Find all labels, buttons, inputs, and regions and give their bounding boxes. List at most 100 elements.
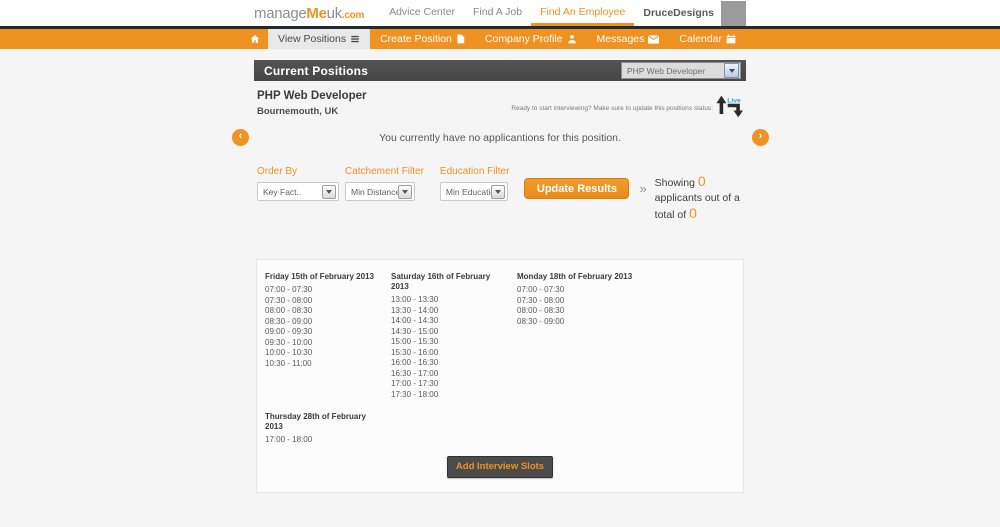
logo-text-tld: .com [342,10,364,21]
time-slot: 17:00 - 17:30 [391,379,517,390]
total-count: 0 [689,205,697,221]
chevron-down-icon [724,63,739,78]
day-header: Monday 18th of February 2013 [517,272,633,282]
order-by-select-value: Key Fact.. [258,187,322,197]
position-select[interactable]: PHP Web Developer [621,62,741,79]
filters-row: Order By Key Fact.. Catchement Filter Mi… [254,166,746,223]
top-header: manageMeuk.com Advice Center Find A Job … [0,0,1000,26]
education-filter-select-value: Min Education.. [441,187,491,197]
logo-text-me: Me [306,5,326,22]
interview-day: Monday 18th of February 2013 07:00 - 07:… [517,272,643,400]
subnav-bar: View Positions Create Position Company P… [0,29,1000,49]
time-slot: 07:30 - 08:00 [265,296,391,307]
education-filter-select[interactable]: Min Education.. [440,182,508,201]
username[interactable]: DruceDesigns [643,7,714,19]
showing-label: Showing [655,177,695,189]
home-icon [250,34,260,44]
position-location: Bournemouth, UK [257,106,367,117]
results-summary-middle: applicants out of a total of [655,192,740,221]
chevron-down-icon [491,185,505,199]
list-icon [350,34,360,44]
subnav-home[interactable] [242,29,268,49]
time-slot: 17:00 - 18:00 [265,435,391,446]
subnav-company-profile[interactable]: Company Profile [475,29,587,49]
nav-find-a-job[interactable]: Find A Job [464,0,531,26]
interview-day: Saturday 16th of February 2013 13:00 - 1… [391,272,517,400]
subnav-calendar-label: Calendar [679,33,722,45]
shown-count: 0 [698,173,706,189]
time-slot: 07:30 - 08:00 [517,296,643,307]
double-chevron-icon: » [639,181,646,196]
time-slot: 17:30 - 18:00 [391,390,517,401]
time-slot: 08:00 - 08:30 [517,306,643,317]
time-slot: 08:30 - 09:00 [265,317,391,328]
next-arrow-button[interactable]: › [752,129,769,146]
main-content: Current Positions PHP Web Developer PHP … [254,60,746,493]
current-positions-bar: Current Positions PHP Web Developer [254,60,746,81]
catchment-filter-label: Catchement Filter [345,166,424,177]
catchment-filter-select[interactable]: Min Distance.. [345,182,415,201]
user-area: DruceDesigns [643,1,746,26]
svg-text:Live: Live [727,97,741,104]
status-area: Ready to start interviewing? Make sure t… [511,93,743,123]
time-slot: 10:30 - 11:00 [265,359,391,370]
day-header: Friday 15th of February 2013 [265,272,381,282]
subnav-calendar[interactable]: Calendar [669,29,746,49]
chevron-down-icon [322,185,336,199]
order-by-label: Order By [257,166,339,177]
interview-days-grid: Friday 15th of February 2013 07:00 - 07:… [265,272,735,446]
nav-advice-center[interactable]: Advice Center [380,0,464,26]
avatar[interactable] [721,1,746,26]
previous-arrow-button[interactable]: ‹ [232,129,249,146]
live-status-icon[interactable]: Live [716,93,743,123]
order-by-group: Order By Key Fact.. [257,166,339,201]
time-slot: 15:30 - 16:00 [391,348,517,359]
person-icon [567,34,577,44]
time-slot: 13:00 - 13:30 [391,295,517,306]
top-nav: Advice Center Find A Job Find An Employe… [380,0,634,26]
applicant-carousel: ‹ You currently have no applicantions fo… [254,129,746,147]
day-slots: 07:00 - 07:3007:30 - 08:0008:00 - 08:300… [265,285,391,369]
logo-text-prefix: manage [254,5,306,22]
subnav-view-positions[interactable]: View Positions [268,29,370,49]
day-header: Saturday 16th of February 2013 [391,272,507,292]
envelope-icon [648,35,659,44]
day-slots: 17:00 - 18:00 [265,435,391,446]
time-slot: 14:30 - 15:00 [391,327,517,338]
interview-slots-panel: Friday 15th of February 2013 07:00 - 07:… [256,259,744,493]
file-icon [456,34,465,44]
position-header: PHP Web Developer Bournemouth, UK Ready … [254,90,746,123]
time-slot: 14:00 - 14:30 [391,316,517,327]
update-results-button[interactable]: Update Results [524,178,629,199]
time-slot: 08:30 - 09:00 [517,317,643,328]
time-slot: 13:30 - 14:00 [391,306,517,317]
time-slot: 08:00 - 08:30 [265,306,391,317]
subnav-messages[interactable]: Messages [587,29,670,49]
subnav-create-position[interactable]: Create Position [370,29,475,49]
subnav-create-position-label: Create Position [380,33,452,45]
chevron-down-icon [398,185,412,199]
status-note: Ready to start interviewing? Make sure t… [511,105,713,112]
time-slot: 16:00 - 16:30 [391,358,517,369]
calendar-icon [726,34,736,44]
education-filter-label: Education Filter [440,166,509,177]
interview-day: Thursday 28th of February 2013 17:00 - 1… [265,412,391,446]
subnav-company-profile-label: Company Profile [485,33,563,45]
logo[interactable]: manageMeuk.com [254,5,364,22]
time-slot: 07:00 - 07:30 [517,285,643,296]
position-title: PHP Web Developer [257,90,367,102]
catchment-filter-select-value: Min Distance.. [346,187,398,197]
catchment-filter-group: Catchement Filter Min Distance.. [345,166,424,201]
logo-text-suffix: uk [327,5,342,22]
order-by-select[interactable]: Key Fact.. [257,182,339,201]
time-slot: 09:00 - 09:30 [265,327,391,338]
time-slot: 10:00 - 10:30 [265,348,391,359]
position-info: PHP Web Developer Bournemouth, UK [257,90,367,117]
time-slot: 16:30 - 17:00 [391,369,517,380]
time-slot: 09:30 - 10:00 [265,338,391,349]
nav-find-an-employee[interactable]: Find An Employee [531,0,634,26]
day-slots: 07:00 - 07:3007:30 - 08:0008:00 - 08:300… [517,285,643,327]
position-select-value: PHP Web Developer [622,66,724,76]
page: manageMeuk.com Advice Center Find A Job … [0,0,1000,527]
add-interview-slots-button[interactable]: Add Interview Slots [447,456,553,478]
